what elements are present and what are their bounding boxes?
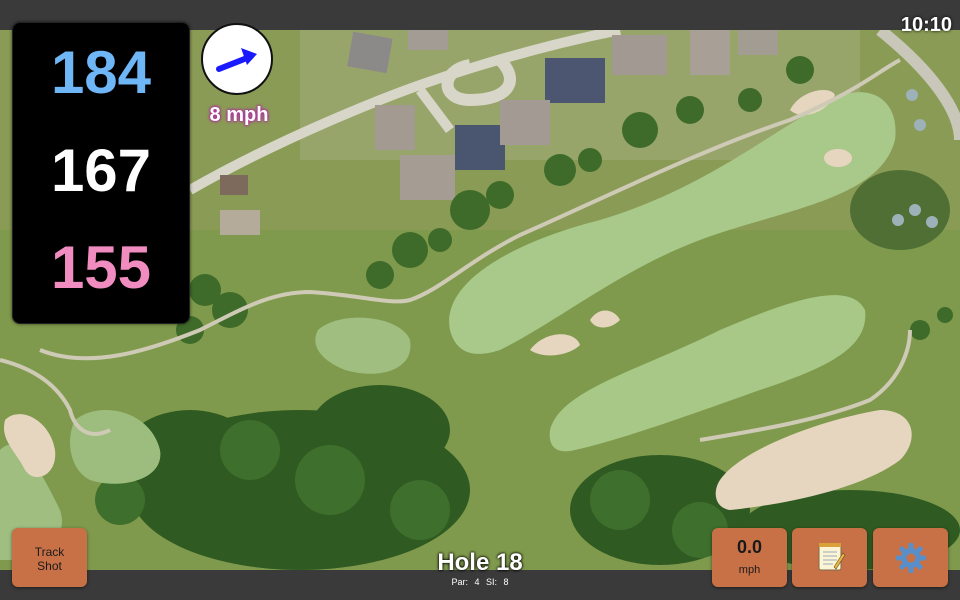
hole-details: Par: 4 SI: 8 [400, 577, 560, 587]
gear-icon [895, 543, 926, 573]
wind-indicator [201, 23, 273, 95]
speed-button[interactable]: 0.0 mph [712, 528, 787, 587]
track-shot-label-line2: Shot [37, 559, 62, 573]
middle-of-green-distance: 167 [50, 137, 152, 204]
speed-value: 0.0 [736, 537, 763, 557]
hole-title: Hole 18 [437, 549, 523, 576]
wind-speed-label: 8 mph [209, 104, 269, 126]
status-clock: 10:10 [900, 14, 952, 36]
wind-direction-arrow-icon [216, 48, 257, 72]
settings-button[interactable] [873, 528, 948, 587]
speed-unit: mph [738, 564, 761, 576]
front-of-green-distance: 155 [50, 234, 152, 301]
yardage-panel: 184 167 155 [12, 22, 190, 324]
hole-stroke-index: SI: 8 [486, 577, 509, 587]
hole-par: Par: 4 [451, 577, 480, 587]
track-shot-label-line1: Track [34, 545, 65, 559]
notepad-icon [818, 543, 845, 571]
notes-button[interactable] [792, 528, 867, 587]
back-of-green-distance: 184 [50, 39, 152, 106]
track-shot-button[interactable]: Track Shot [12, 528, 87, 587]
